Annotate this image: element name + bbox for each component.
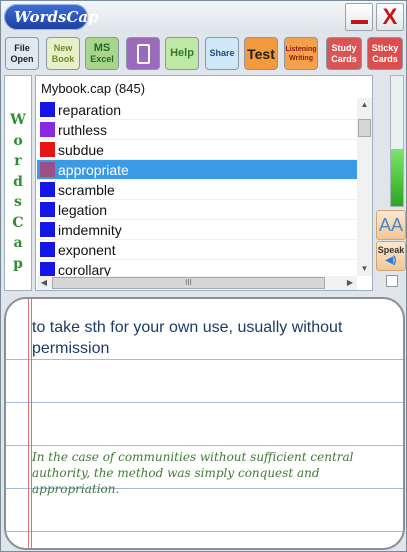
vertical-scroll-thumb[interactable] [358,119,371,137]
word-text: scramble [58,182,115,198]
word-color-swatch [40,122,55,137]
example-sentence: In the case of communities without suffi… [32,450,354,496]
word-color-swatch [40,142,55,157]
level-meter-fill [391,148,403,206]
file-open-button-label: File [14,42,30,53]
speak-label: Speak [377,245,405,255]
word-row[interactable]: exponent [37,240,357,260]
scroll-left-icon[interactable]: ◀ [37,276,51,290]
word-text: ruthless [58,122,108,138]
ms-excel-button-label: Excel [90,53,114,64]
scroll-right-icon[interactable]: ▶ [343,276,357,290]
title-bar: WordsCap X [1,1,406,34]
word-row[interactable]: reparation [37,100,357,120]
new-book-button-label: New [53,42,73,53]
word-color-swatch [40,102,55,117]
ms-excel-button-label: MS [93,41,111,54]
share-button[interactable]: Share [205,37,239,70]
word-row[interactable]: corollary [37,260,357,276]
card-ruled-line [6,402,403,403]
font-size-label: AA [378,215,403,235]
listening-writing-button-label: Writing [289,54,313,62]
option-checkbox[interactable] [386,275,398,287]
speak-button[interactable]: Speak ◀) [376,241,406,271]
share-button-label: Share [209,48,235,58]
sticky-cards-button-label: Cards [372,53,398,64]
card-ruled-line [6,445,403,446]
side-label-letter: s [14,194,22,210]
help-button[interactable]: Help [165,37,199,70]
study-cards-button-label: Cards [331,53,357,64]
word-rows: reparation ruthless subdue appropriate scram… [37,100,357,276]
word-text: exponent [58,242,116,258]
word-color-swatch [40,242,55,257]
word-row[interactable]: scramble [37,180,357,200]
font-size-button[interactable]: AA [376,210,406,240]
test-button-label: Test [247,45,275,62]
word-row[interactable]: ruthless [37,120,357,140]
app-logo: WordsCap [4,4,99,30]
minimize-button[interactable] [345,3,373,31]
card-margin-line [28,299,29,548]
card-ruled-line [6,531,403,532]
word-text: corollary [58,262,111,276]
close-button[interactable]: X [376,3,404,31]
side-label-letter: C [12,214,24,231]
word-text: appropriate [58,162,129,178]
test-button[interactable]: Test [244,37,278,70]
study-cards-button-label: Study [331,42,357,53]
file-open-button-label: Open [10,53,34,64]
horizontal-scroll-thumb[interactable]: III [52,277,325,289]
word-color-swatch [40,222,55,237]
ms-excel-button[interactable]: MS Excel [85,37,119,70]
side-label: WordsCap [4,75,32,291]
word-row[interactable]: appropriate [37,160,357,180]
word-color-swatch [40,202,55,217]
word-row[interactable]: subdue [37,140,357,160]
side-label-letter: d [13,173,23,190]
word-text: imdemnity [58,222,122,238]
main-window: WordsCap X File Open New Book MS Excel Help Sha… [0,0,407,552]
file-open-button[interactable]: File Open [5,37,39,70]
new-book-button[interactable]: New Book [46,37,80,70]
side-label-letter: a [13,235,23,251]
sticky-cards-button-label: Sticky [371,42,399,53]
word-list: Mybook.cap (845) reparation ruthless subdu… [35,75,373,291]
speaker-icon: ◀) [385,255,397,266]
toolbar: File Open New Book MS Excel Help Share Test Liste… [1,34,406,74]
vertical-scrollbar[interactable]: ▲ ▼ [357,98,372,276]
list-header: Mybook.cap (845) [36,76,372,100]
side-label-letter: r [14,153,22,169]
word-row[interactable]: imdemnity [37,220,357,240]
card-ruled-line [6,359,403,360]
minimize-icon [351,20,368,24]
new-book-button-label: Book [51,53,75,64]
side-label-letter: p [13,255,23,272]
word-color-swatch [40,262,55,276]
study-cards-button[interactable]: Study Cards [326,37,362,70]
scroll-up-icon[interactable]: ▲ [357,98,372,112]
phone-icon [136,43,150,64]
help-button-label: Help [170,47,194,59]
horizontal-scrollbar[interactable]: ◀ III ▶ [37,276,357,290]
side-label-letter: W [10,112,26,128]
phone-button[interactable] [126,37,160,70]
word-row[interactable]: legation [37,200,357,220]
listening-writing-button[interactable]: Listening Writing [284,37,318,70]
definition-text: to take sth for your own use, usually wi… [32,319,343,357]
listening-writing-button-label: Listening [285,45,317,53]
word-text: reparation [58,102,122,118]
definition-card: to take sth for your own use, usually wi… [4,297,405,550]
word-color-swatch [40,182,55,197]
side-label-letter: o [13,132,23,149]
scroll-down-icon[interactable]: ▼ [357,262,372,276]
level-meter[interactable] [390,75,404,207]
sticky-cards-button[interactable]: Sticky Cards [367,37,403,70]
word-text: legation [58,202,108,218]
word-color-swatch [40,162,55,177]
word-text: subdue [58,142,104,158]
